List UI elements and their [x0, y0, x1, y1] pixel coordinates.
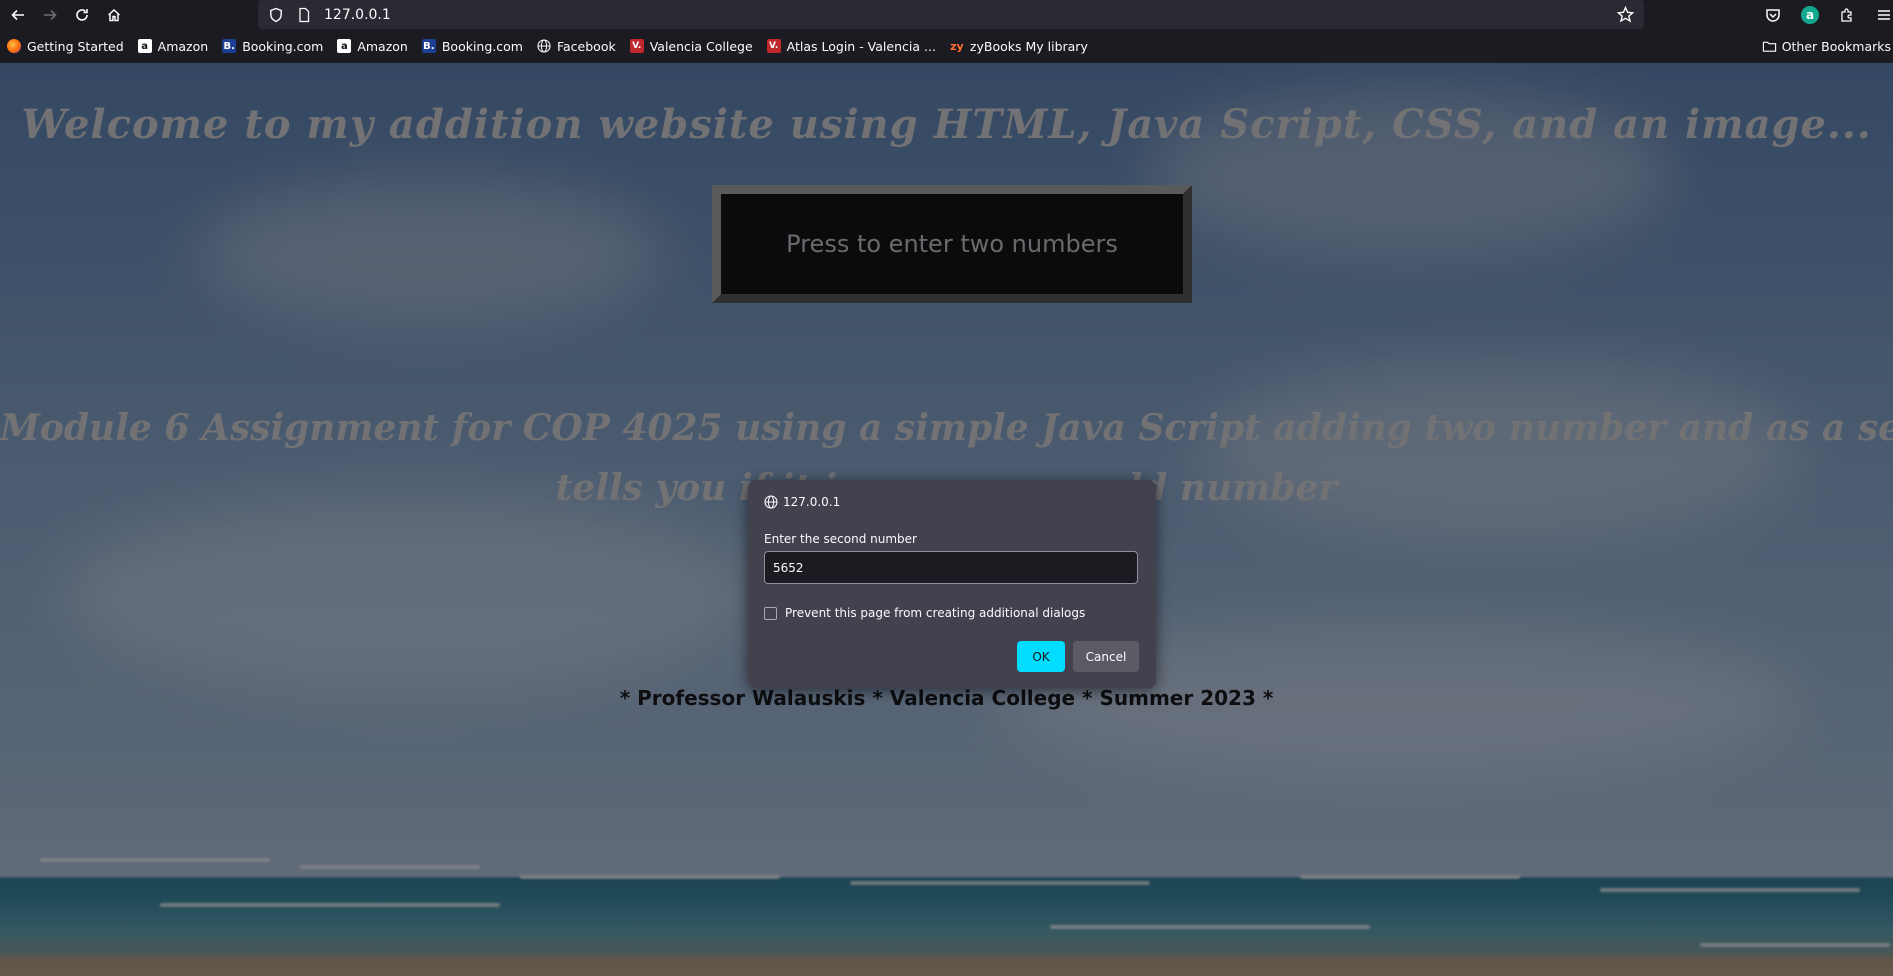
bookmark-label: Booking.com [441, 38, 523, 54]
bookmark-star-icon[interactable] [1617, 6, 1634, 23]
firefox-icon [7, 39, 21, 53]
browser-toolbar: 127.0.0.1 a [0, 0, 1893, 29]
page-icon[interactable] [296, 7, 312, 23]
back-button[interactable] [4, 1, 32, 29]
bookmark-label: zyBooks My library [969, 38, 1088, 54]
bookmark-amazon[interactable]: a Amazon [337, 39, 408, 54]
home-button[interactable] [100, 1, 128, 29]
account-avatar: a [1801, 5, 1819, 24]
valencia-icon: V. [629, 39, 644, 53]
hamburger-menu-icon [1878, 9, 1890, 20]
page-content: Welcome to my addition website using HTM… [0, 63, 1893, 976]
checkbox-box[interactable] [764, 606, 777, 620]
bookmark-label: Valencia College [649, 38, 753, 54]
zybooks-icon: zy [950, 39, 964, 53]
bookmark-booking[interactable]: B. Booking.com [222, 39, 323, 54]
pocket-button[interactable] [1764, 6, 1782, 24]
cancel-button[interactable]: Cancel [1073, 641, 1139, 672]
booking-icon: B. [421, 39, 436, 53]
prevent-dialogs-checkbox[interactable]: Prevent this page from creating addition… [764, 606, 1085, 620]
arrow-left-icon [11, 9, 24, 20]
globe-icon [764, 495, 778, 509]
bookmark-label: Amazon [357, 38, 408, 54]
bookmark-label: Booking.com [242, 38, 324, 54]
dialog-origin: 127.0.0.1 [783, 495, 841, 509]
bookmark-label: Atlas Login - Valencia ... [786, 38, 936, 54]
valencia-icon: V. [766, 39, 781, 53]
bookmark-atlas-login[interactable]: V. Atlas Login - Valencia ... [766, 38, 936, 54]
home-icon [107, 8, 121, 21]
prompt-dialog: 127.0.0.1 Enter the second number Preven… [748, 480, 1156, 688]
amazon-icon: a [137, 39, 152, 53]
ok-button[interactable]: OK [1017, 641, 1065, 672]
reload-button[interactable] [68, 1, 96, 29]
shield-icon[interactable] [268, 7, 284, 23]
other-bookmarks-label: Other Bookmarks [1781, 38, 1891, 54]
reload-icon [76, 8, 88, 21]
app-menu-button[interactable] [1875, 6, 1893, 24]
amazon-icon: a [337, 39, 352, 53]
arrow-right-icon [44, 9, 57, 20]
bookmark-amazon[interactable]: a Amazon [137, 38, 209, 54]
toolbar-right-icons: a [1764, 0, 1893, 29]
globe-icon [537, 39, 551, 53]
folder-icon [1762, 41, 1776, 52]
dialog-header: 127.0.0.1 [764, 495, 840, 509]
url-text[interactable]: 127.0.0.1 [324, 7, 391, 23]
bookmark-getting-started[interactable]: Getting Started [7, 39, 124, 54]
bookmark-label: Amazon [157, 38, 209, 54]
bookmark-label: Facebook [556, 38, 616, 54]
puzzle-icon [1841, 7, 1852, 22]
bookmark-valencia-college[interactable]: V. Valencia College [629, 38, 753, 54]
forward-button[interactable] [36, 1, 64, 29]
checkbox-label: Prevent this page from creating addition… [785, 606, 1086, 620]
bookmark-label: Getting Started [27, 38, 124, 54]
pocket-icon [1766, 8, 1780, 22]
bookmark-facebook[interactable]: Facebook [537, 39, 616, 54]
account-button[interactable]: a [1801, 5, 1819, 24]
other-bookmarks[interactable]: Other Bookmarks [1762, 29, 1893, 63]
number-input[interactable] [764, 551, 1138, 584]
booking-icon: B. [222, 39, 237, 53]
url-bar[interactable]: 127.0.0.1 [258, 0, 1644, 29]
bookmark-zybooks[interactable]: zy zyBooks My library [950, 39, 1088, 54]
bookmark-booking[interactable]: B. Booking.com [421, 38, 523, 54]
extensions-button[interactable] [1838, 6, 1856, 24]
bookmarks-toolbar: Getting Started a Amazon B. Booking.com … [0, 29, 1893, 64]
dialog-message: Enter the second number [764, 532, 917, 546]
